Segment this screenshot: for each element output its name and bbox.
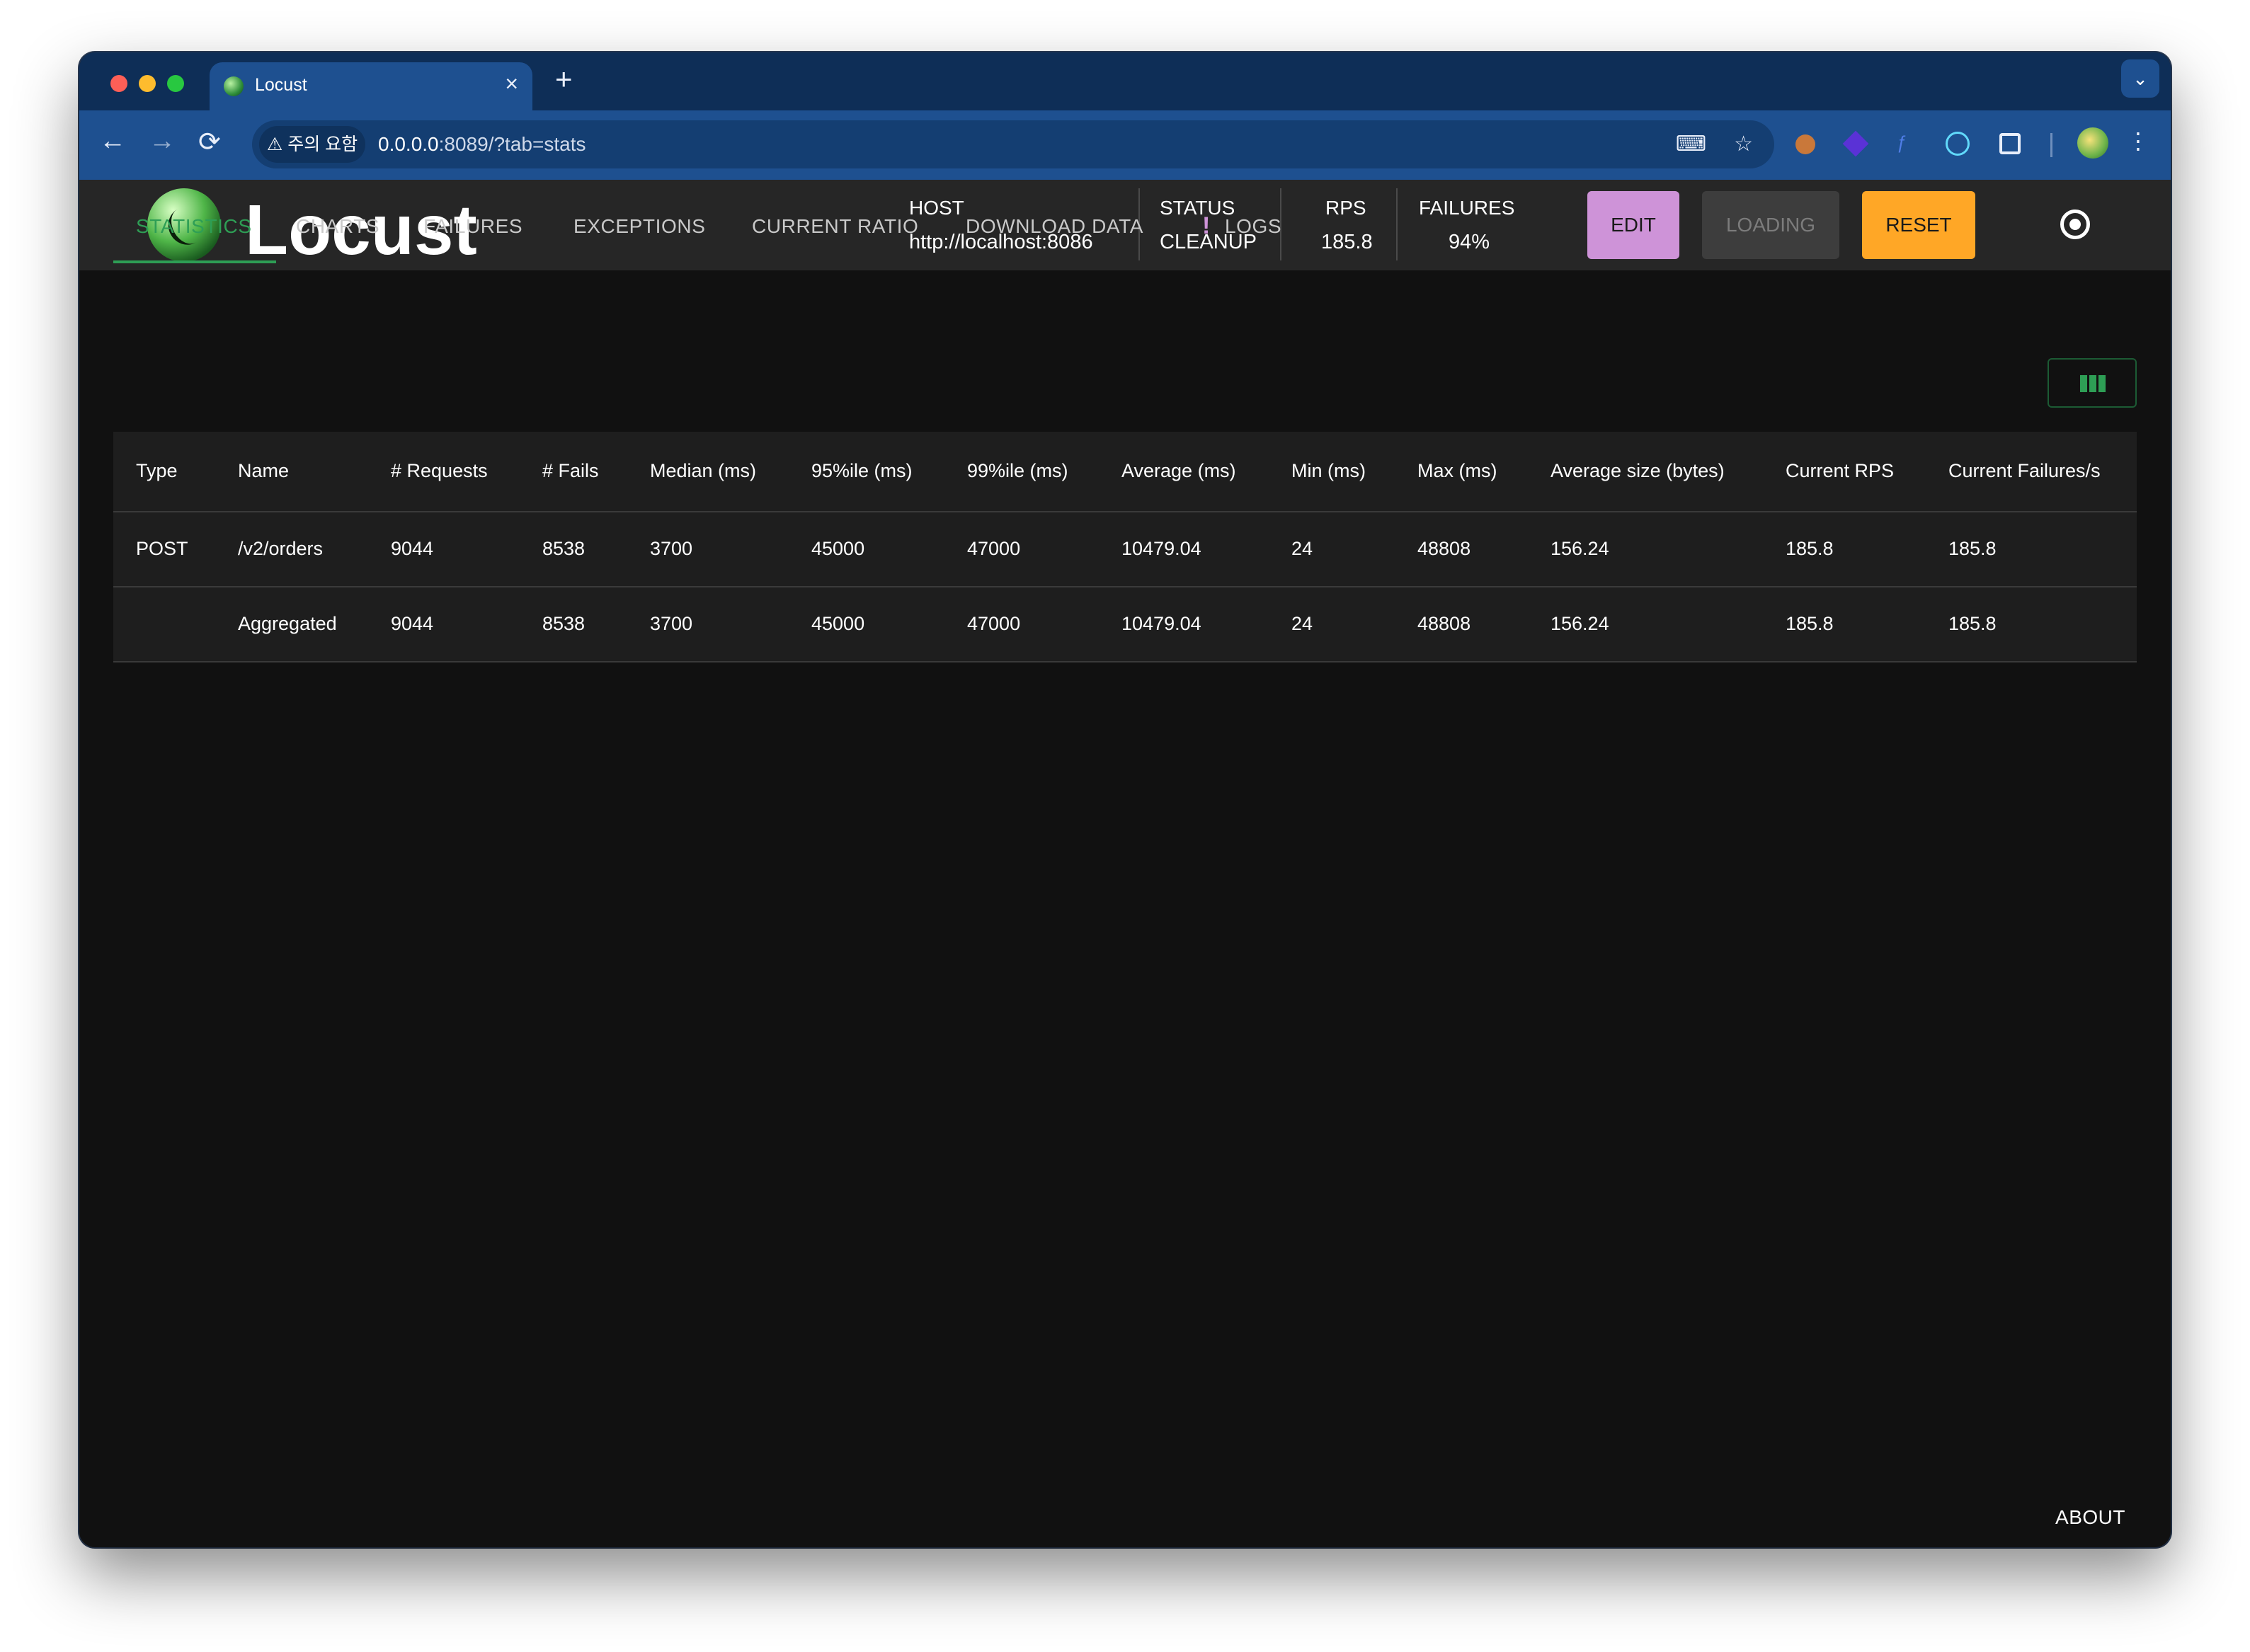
cell-requests: 9044	[391, 613, 434, 634]
tab-download-data[interactable]: DOWNLOAD DATA	[966, 215, 1143, 238]
cell-requests: 9044	[391, 538, 434, 559]
browser-tab-strip: Locust × + ⌄	[79, 52, 2171, 110]
cell-type: POST	[136, 538, 188, 559]
rps-label: RPS	[1325, 197, 1366, 219]
column-header[interactable]: Current RPS	[1786, 460, 1894, 482]
browser-menu-icon[interactable]: ⋮	[2127, 127, 2149, 154]
cell-avg-size: 156.24	[1551, 538, 1609, 559]
edit-button[interactable]: EDIT	[1587, 191, 1679, 259]
active-tab-indicator	[113, 260, 276, 263]
extensions-puzzle-icon[interactable]	[1999, 133, 2021, 154]
tab-charts[interactable]: CHARTS	[296, 215, 379, 238]
cell-current-failures: 185.8	[1948, 538, 1997, 559]
tab-current-ratio[interactable]: CURRENT RATIO	[752, 215, 918, 238]
cell-median: 3700	[650, 613, 693, 634]
tab-failures[interactable]: FAILURES	[423, 215, 522, 238]
cell-p99: 47000	[967, 613, 1021, 634]
cell-fails: 8538	[542, 613, 586, 634]
url-host: 0.0.0.0	[378, 133, 439, 155]
column-header[interactable]: Median (ms)	[650, 460, 756, 482]
statistics-table: Type Name # Requests # Fails Median (ms)…	[113, 432, 2137, 662]
failures-label: FAILURES	[1419, 197, 1515, 219]
cookie-extension-icon[interactable]	[1795, 134, 1815, 154]
header-divider	[1396, 188, 1398, 260]
browser-toolbar: ← → ⟳ ⚠ 주의 요함 0.0.0.0:8089/?tab=stats ⌨ …	[79, 110, 2171, 180]
column-header[interactable]: 95%ile (ms)	[811, 460, 913, 482]
cell-current-failures: 185.8	[1948, 613, 1997, 634]
column-header[interactable]: Current Failures/s	[1948, 460, 2101, 482]
cell-name: Aggregated	[238, 613, 337, 634]
about-link[interactable]: ABOUT	[2055, 1506, 2125, 1529]
address-bar[interactable]: ⚠ 주의 요함 0.0.0.0:8089/?tab=stats ⌨ ☆	[252, 120, 1774, 168]
forward-arrow-icon[interactable]: →	[149, 126, 176, 156]
cell-p95: 45000	[811, 538, 865, 559]
back-arrow-icon[interactable]: ←	[99, 126, 126, 156]
loading-button[interactable]: LOADING	[1702, 191, 1839, 259]
tab-close-icon[interactable]: ×	[505, 71, 518, 97]
cell-max: 48808	[1417, 538, 1471, 559]
reset-button[interactable]: RESET	[1862, 191, 1975, 259]
tab-search-chevron-icon[interactable]: ⌄	[2121, 59, 2159, 98]
react-extension-icon[interactable]	[1946, 132, 1970, 156]
browser-window: Locust × + ⌄ ← → ⟳ ⚠ 주의 요함 0.0.0.0:8089/…	[79, 52, 2171, 1547]
column-header[interactable]: # Requests	[391, 460, 488, 482]
locust-favicon-icon	[224, 76, 244, 96]
cell-p99: 47000	[967, 538, 1021, 559]
reload-icon[interactable]: ⟳	[198, 126, 221, 158]
cell-fails: 8538	[542, 538, 586, 559]
close-window-button[interactable]	[110, 75, 127, 92]
code-extension-icon[interactable]: ƒ	[1896, 132, 1917, 154]
cell-median: 3700	[650, 538, 693, 559]
status-label: STATUS	[1160, 197, 1235, 219]
logs-alert-icon: !	[1202, 212, 1211, 239]
tab-title: Locust	[255, 75, 307, 95]
column-header[interactable]: Min (ms)	[1291, 460, 1366, 482]
cell-avg-size: 156.24	[1551, 613, 1609, 634]
purple-extension-icon[interactable]	[1842, 130, 1869, 157]
column-header[interactable]: Max (ms)	[1417, 460, 1497, 482]
bookmark-star-icon[interactable]: ☆	[1734, 132, 1753, 156]
column-header[interactable]: Name	[238, 460, 289, 482]
translate-icon[interactable]: ⌨	[1676, 132, 1706, 156]
url-text[interactable]: 0.0.0.0:8089/?tab=stats	[378, 133, 586, 156]
tab-logs[interactable]: LOGS	[1225, 215, 1281, 238]
cell-average: 10479.04	[1121, 613, 1201, 634]
cell-name: /v2/orders	[238, 538, 324, 559]
theme-toggle-sun-icon[interactable]	[2060, 210, 2090, 239]
cell-max: 48808	[1417, 613, 1471, 634]
column-header[interactable]: Type	[136, 460, 178, 482]
column-header[interactable]: Average size (bytes)	[1551, 460, 1725, 482]
security-warning-chip[interactable]: ⚠ 주의 요함	[259, 126, 365, 163]
cell-min: 24	[1291, 538, 1313, 559]
browser-tab-locust[interactable]: Locust ×	[210, 62, 532, 110]
cell-average: 10479.04	[1121, 538, 1201, 559]
url-path: :8089/?tab=stats	[438, 133, 586, 155]
tab-statistics[interactable]: STATISTICS	[136, 215, 252, 238]
new-tab-button[interactable]: +	[555, 62, 573, 96]
tab-exceptions[interactable]: EXCEPTIONS	[573, 215, 705, 238]
profile-avatar[interactable]	[2077, 127, 2108, 159]
maximize-window-button[interactable]	[167, 75, 184, 92]
column-header[interactable]: 99%ile (ms)	[967, 460, 1068, 482]
cell-current-rps: 185.8	[1786, 613, 1834, 634]
table-row: POST /v2/orders 9044 8538 3700 45000 470…	[113, 512, 2137, 587]
column-selector-button[interactable]	[2048, 358, 2137, 408]
view-column-icon	[2080, 375, 2106, 392]
rps-value: 185.8	[1321, 231, 1373, 253]
column-header[interactable]: Average (ms)	[1121, 460, 1236, 482]
cell-p95: 45000	[811, 613, 865, 634]
table-row-aggregated: Aggregated 9044 8538 3700 45000 47000 10…	[113, 587, 2137, 662]
failures-value: 94%	[1449, 231, 1490, 253]
minimize-window-button[interactable]	[139, 75, 156, 92]
table-header-row: Type Name # Requests # Fails Median (ms)…	[113, 432, 2137, 512]
column-header[interactable]: # Fails	[542, 460, 599, 482]
cell-current-rps: 185.8	[1786, 538, 1834, 559]
cell-min: 24	[1291, 613, 1313, 634]
toolbar-divider	[2050, 133, 2052, 157]
